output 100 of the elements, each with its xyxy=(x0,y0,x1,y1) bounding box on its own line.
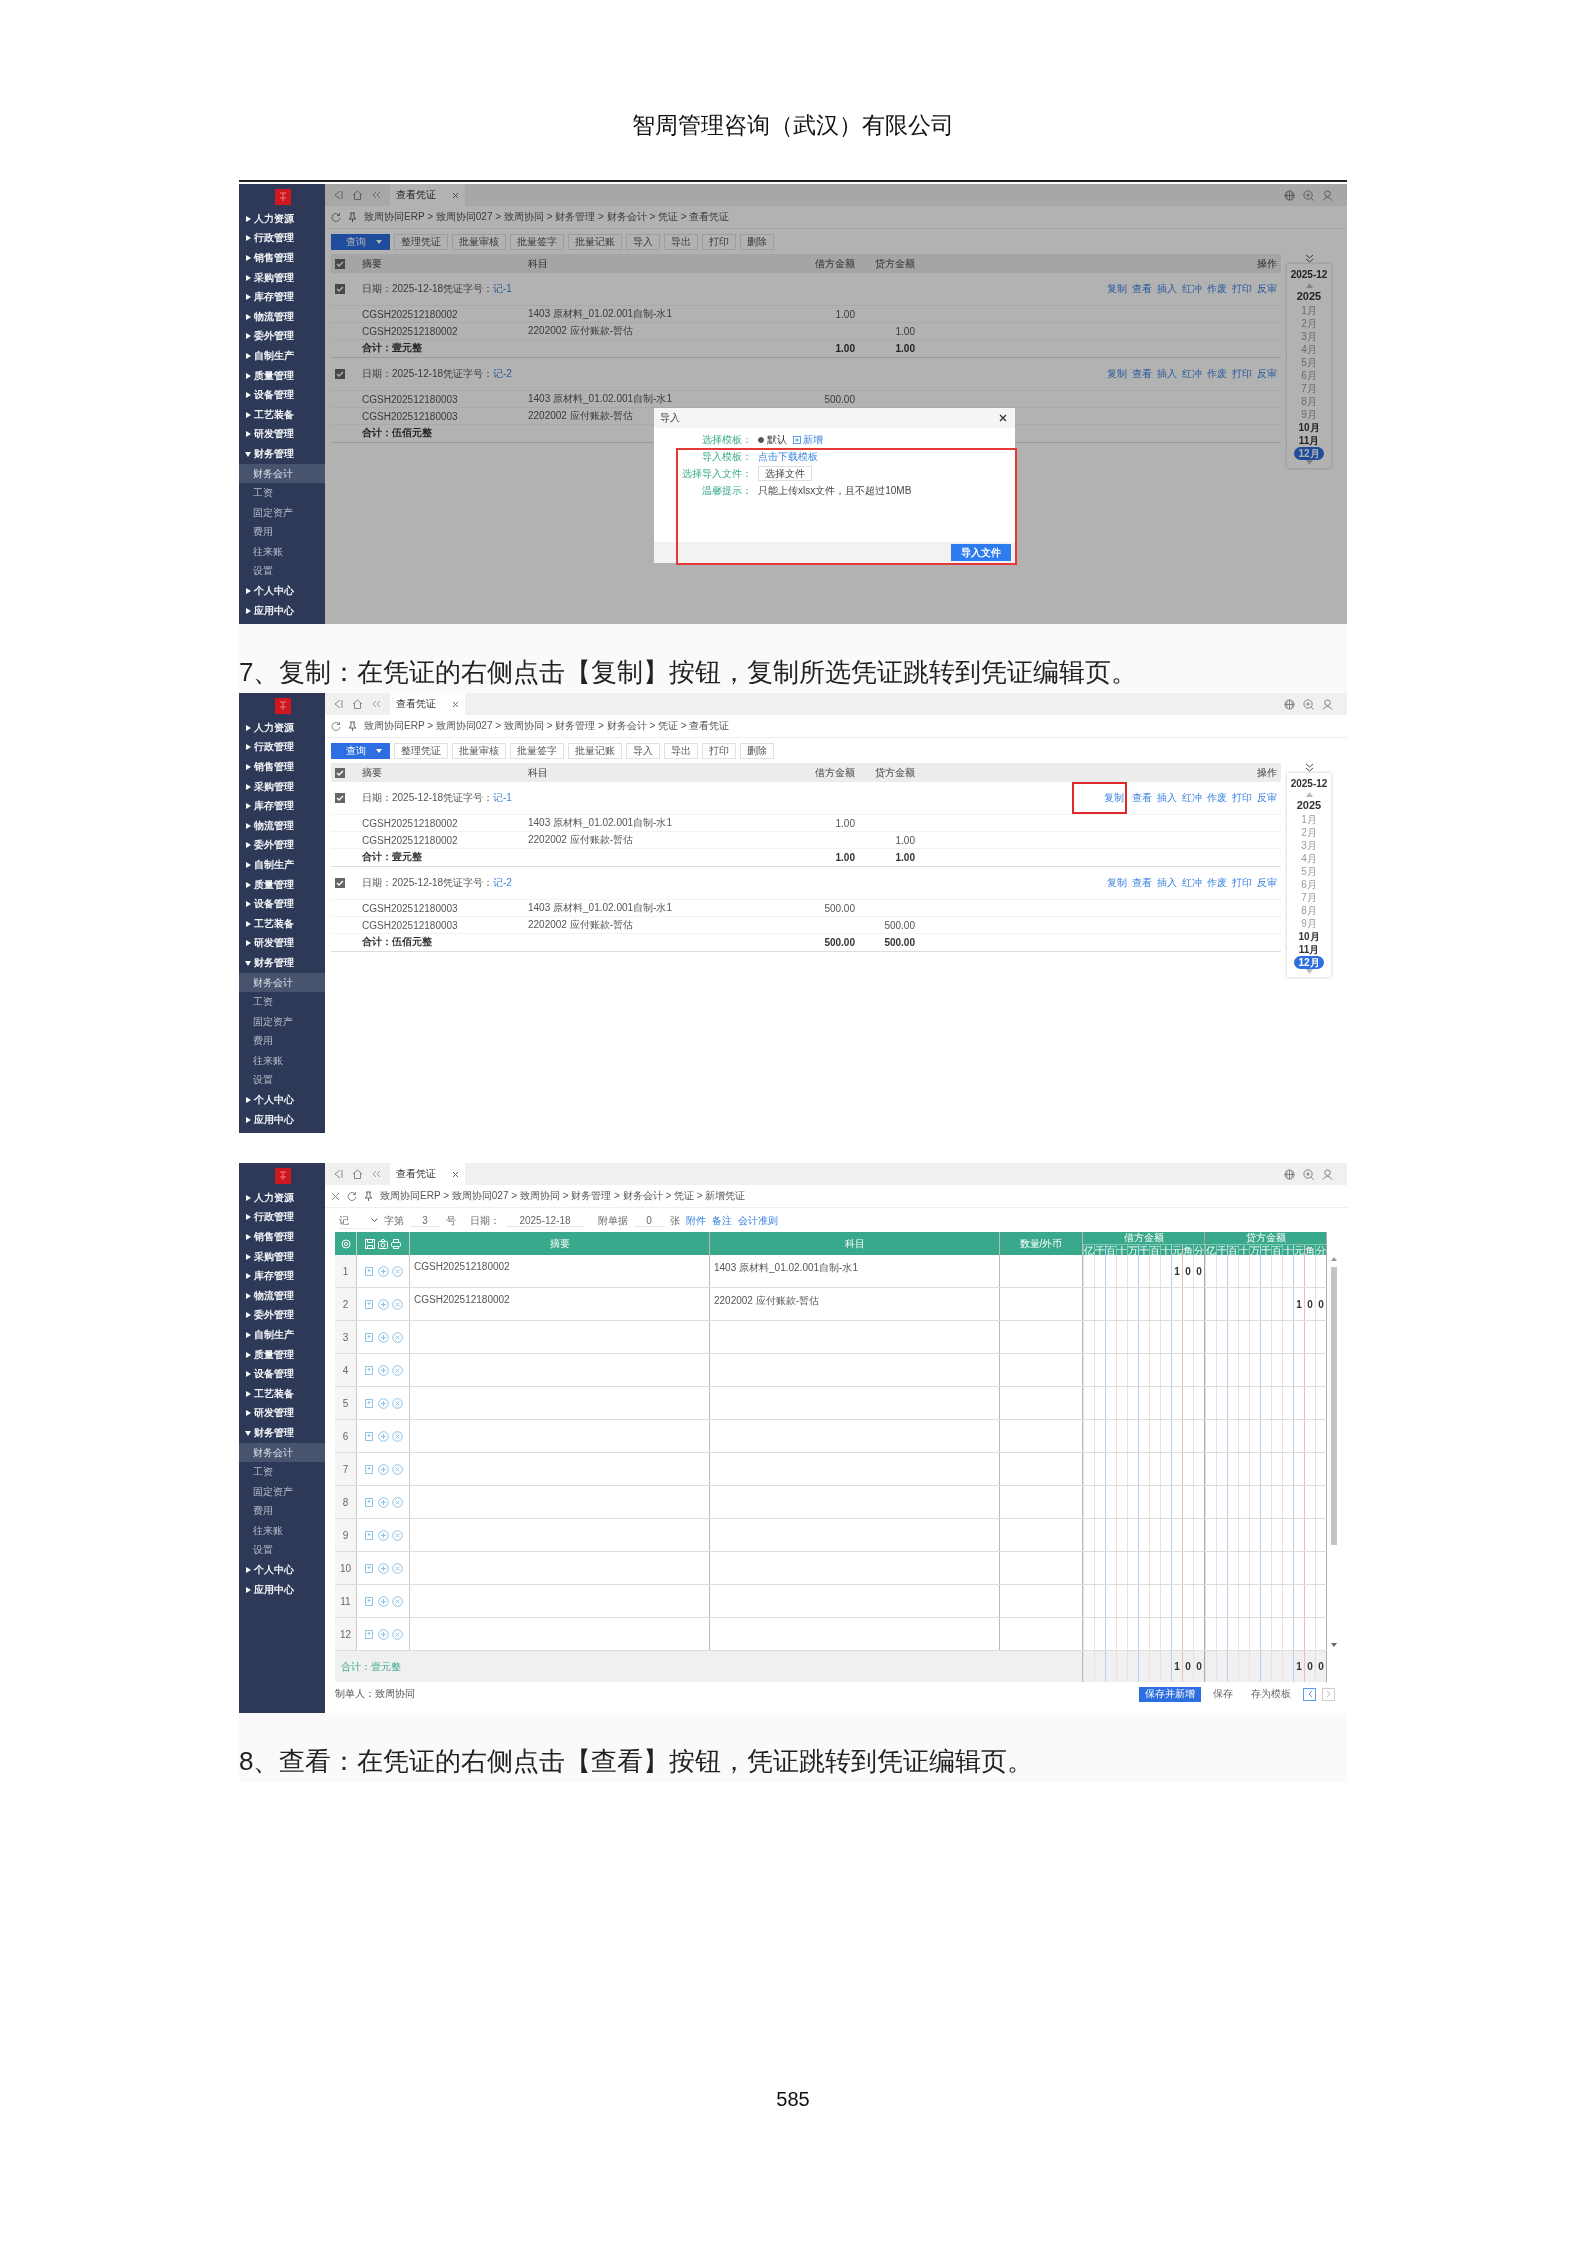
sidebar-item[interactable]: 应用中心 xyxy=(239,1579,325,1600)
sidebar-subitem[interactable]: 固定资产 xyxy=(239,1011,325,1032)
action-link[interactable]: 反审 xyxy=(1257,367,1277,381)
sidebar-subitem[interactable]: 费用 xyxy=(239,522,325,543)
toolbar-button[interactable]: 批量审核 xyxy=(452,233,506,250)
add-row-icon[interactable] xyxy=(377,1298,389,1310)
note-icon[interactable] xyxy=(363,1331,375,1343)
delete-row-icon[interactable] xyxy=(391,1364,403,1376)
note-icon[interactable] xyxy=(363,1397,375,1409)
note-icon[interactable] xyxy=(363,1529,375,1541)
action-link[interactable]: 查看 xyxy=(1132,876,1152,890)
zoom-in-icon[interactable] xyxy=(1303,189,1314,201)
add-row-icon[interactable] xyxy=(377,1529,389,1541)
save-icon[interactable] xyxy=(365,1238,375,1249)
delete-row-icon[interactable] xyxy=(391,1496,403,1508)
home-icon[interactable] xyxy=(352,1169,363,1179)
download-link[interactable]: 点击下载模板 xyxy=(758,449,818,464)
choose-file-button[interactable]: 选择文件 xyxy=(758,466,812,481)
action-link[interactable]: 复制 xyxy=(1107,367,1127,381)
action-link[interactable]: 插入 xyxy=(1157,876,1177,890)
previous-button[interactable] xyxy=(1303,1687,1316,1701)
toolbar-button[interactable]: 打印 xyxy=(702,233,736,250)
sidebar-item[interactable]: 人力资源 xyxy=(239,718,325,738)
checkbox[interactable] xyxy=(335,767,345,778)
add-row-icon[interactable] xyxy=(377,1430,389,1442)
toolbar-button[interactable]: 批量签字 xyxy=(510,233,564,250)
toolbar-button[interactable]: 导入 xyxy=(626,233,660,250)
toolbar-button[interactable]: 批量记账 xyxy=(568,233,622,250)
action-link[interactable]: 反审 xyxy=(1257,876,1277,890)
camera-icon[interactable] xyxy=(378,1238,388,1249)
sidebar-item[interactable]: 自制生产 xyxy=(239,855,325,875)
globe-icon[interactable] xyxy=(1284,1168,1295,1180)
sidebar-subitem[interactable]: 财务会计 xyxy=(239,1442,325,1463)
next-button[interactable] xyxy=(1322,1687,1335,1701)
input-field[interactable]: 3 xyxy=(410,1215,440,1227)
sidebar-item[interactable]: 自制生产 xyxy=(239,1325,325,1345)
checkbox[interactable] xyxy=(335,793,345,803)
delete-row-icon[interactable] xyxy=(391,1529,403,1541)
delete-row-icon[interactable] xyxy=(391,1628,403,1640)
sidebar-item[interactable]: 物流管理 xyxy=(239,815,325,836)
sidebar-item[interactable]: 财务管理 xyxy=(239,1423,325,1443)
month-item[interactable]: 12月 xyxy=(1294,447,1324,460)
sidebar-item[interactable]: 行政管理 xyxy=(239,228,325,249)
toolbar-button[interactable]: 批量记账 xyxy=(568,742,622,759)
sidebar-subitem[interactable]: 设置 xyxy=(239,1540,325,1561)
sidebar-item[interactable]: 采购管理 xyxy=(239,267,325,288)
pin-icon[interactable] xyxy=(348,721,357,731)
month-item[interactable]: 12月 xyxy=(1294,956,1324,969)
footer-button[interactable]: 保存并新增 xyxy=(1139,1686,1201,1702)
sidebar-subitem[interactable]: 工资 xyxy=(239,1462,325,1482)
sidebar-item[interactable]: 采购管理 xyxy=(239,1246,325,1267)
month-item[interactable]: 11月 xyxy=(1294,943,1324,956)
delete-row-icon[interactable] xyxy=(391,1331,403,1343)
delete-row-icon[interactable] xyxy=(391,1463,403,1475)
action-link[interactable]: 红冲 xyxy=(1182,282,1202,296)
sidebar-item[interactable]: 设备管理 xyxy=(239,385,325,405)
action-link[interactable]: 红冲 xyxy=(1182,791,1202,805)
add-row-icon[interactable] xyxy=(377,1595,389,1607)
add-row-icon[interactable] xyxy=(377,1331,389,1343)
delete-row-icon[interactable] xyxy=(391,1265,403,1277)
pin-icon[interactable] xyxy=(364,1191,373,1201)
note-icon[interactable] xyxy=(363,1364,375,1376)
checkbox[interactable] xyxy=(335,284,345,294)
toolbar-button[interactable]: 整理凭证 xyxy=(394,742,448,759)
delete-row-icon[interactable] xyxy=(391,1562,403,1574)
sidebar-subitem[interactable]: 往来账 xyxy=(239,542,325,562)
sidebar-item[interactable]: 个人中心 xyxy=(239,581,325,601)
tab[interactable]: 查看凭证 xyxy=(390,693,465,715)
sidebar-item[interactable]: 销售管理 xyxy=(239,1227,325,1247)
voucher-link[interactable]: 记-1 xyxy=(493,792,512,803)
print-icon[interactable] xyxy=(391,1238,401,1249)
home-icon[interactable] xyxy=(352,699,363,709)
sidebar-item[interactable]: 物流管理 xyxy=(239,306,325,327)
action-link[interactable]: 打印 xyxy=(1232,876,1252,890)
note-icon[interactable] xyxy=(363,1562,375,1574)
action-link[interactable]: 作废 xyxy=(1207,367,1227,381)
breadcrumb[interactable]: 致周协同ERP > 致周协同027 > 致周协同 > 财务管理 > 财务会计 > 凭证 > 查看凭证 xyxy=(364,210,730,224)
action-link[interactable]: 反审 xyxy=(1257,282,1277,296)
voucher-link[interactable]: 记-1 xyxy=(493,283,512,294)
refresh-icon[interactable] xyxy=(347,1191,357,1201)
toolbar-button[interactable]: 批量签字 xyxy=(510,742,564,759)
date-field[interactable]: 2025-12-18 xyxy=(506,1215,584,1227)
globe-icon[interactable] xyxy=(1284,698,1295,710)
month-item[interactable]: 10月 xyxy=(1294,930,1324,943)
breadcrumb[interactable]: 致周协同ERP > 致周协同027 > 致周协同 > 财务管理 > 财务会计 > 凭证 > 新增凭证 xyxy=(380,1189,746,1203)
voucher-link[interactable]: 记-2 xyxy=(493,877,512,888)
sidebar-item[interactable]: 库存管理 xyxy=(239,796,325,816)
delete-row-icon[interactable] xyxy=(391,1298,403,1310)
sidebar-subitem[interactable]: 设置 xyxy=(239,561,325,582)
delete-row-icon[interactable] xyxy=(391,1430,403,1442)
note-icon[interactable] xyxy=(363,1298,375,1310)
sidebar-item[interactable]: 库存管理 xyxy=(239,1266,325,1286)
form-link[interactable]: 备注 xyxy=(712,1214,732,1228)
sidebar-item[interactable]: 自制生产 xyxy=(239,346,325,366)
sidebar-item[interactable]: 委外管理 xyxy=(239,326,325,347)
sidebar-subitem[interactable]: 财务会计 xyxy=(239,463,325,484)
toolbar-button[interactable]: 查询 xyxy=(331,233,390,250)
tab[interactable]: 查看凭证 xyxy=(390,184,465,206)
double-chevron-icon[interactable] xyxy=(1304,763,1314,772)
checkbox[interactable] xyxy=(335,369,345,379)
